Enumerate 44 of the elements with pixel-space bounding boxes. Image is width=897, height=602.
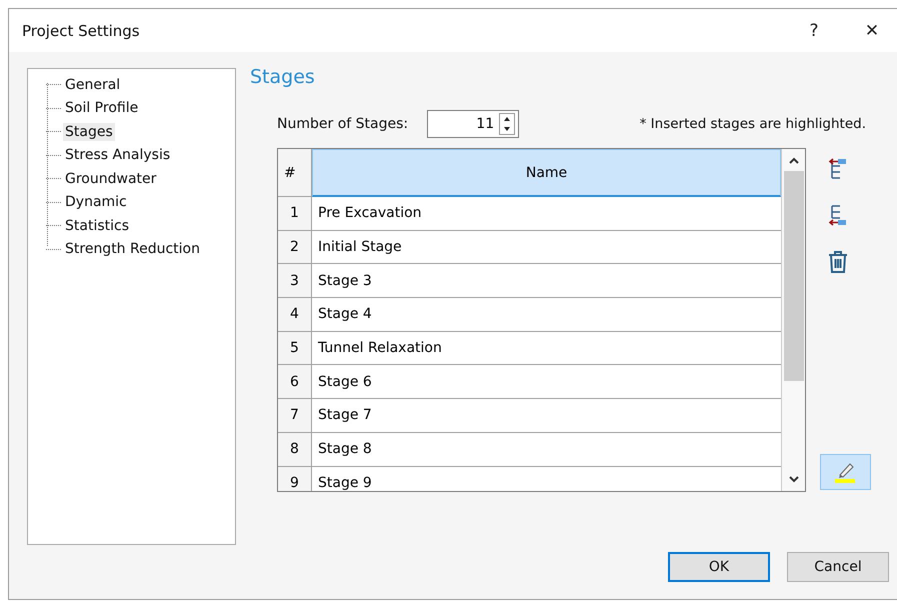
- table-cell[interactable]: Stage 8: [312, 432, 781, 466]
- row-number: 8: [278, 432, 312, 466]
- tree-item[interactable]: Groundwater: [63, 170, 158, 188]
- insert-row-icon: [828, 204, 848, 226]
- tree-item[interactable]: Dynamic: [63, 193, 129, 212]
- scroll-up-icon[interactable]: [788, 157, 800, 165]
- tree-item[interactable]: Stages: [63, 122, 115, 141]
- table-cell[interactable]: Stage 6: [312, 365, 781, 400]
- ok-button[interactable]: OK: [668, 552, 770, 582]
- row-number: 2: [278, 230, 312, 264]
- row-number: 3: [278, 264, 312, 298]
- table-cell[interactable]: Stage 7: [312, 399, 781, 433]
- row-number: 4: [278, 298, 312, 332]
- table-cell[interactable]: Initial Stage: [312, 230, 781, 264]
- tree-item[interactable]: Strength Reduction: [63, 240, 202, 258]
- column-header[interactable]: Name: [312, 149, 781, 197]
- table-cell[interactable]: Pre Excavation: [312, 197, 781, 231]
- row-number: 9: [278, 466, 312, 491]
- tree-item[interactable]: Stress Analysis: [63, 146, 172, 164]
- trash-icon: [827, 250, 849, 274]
- cancel-button[interactable]: Cancel: [787, 552, 889, 582]
- table-cell[interactable]: Stage 3: [312, 264, 781, 298]
- tree-item[interactable]: Statistics: [63, 216, 131, 235]
- stage-count-spinner[interactable]: 11: [427, 110, 520, 138]
- window-title: Project Settings: [22, 22, 141, 40]
- column-header: #: [278, 149, 312, 197]
- scroll-thumb[interactable]: [784, 171, 804, 381]
- help-button[interactable]: ?: [791, 12, 837, 48]
- row-number: 7: [278, 399, 312, 433]
- tree-item[interactable]: General: [63, 76, 122, 94]
- scrollbar[interactable]: [781, 149, 805, 491]
- row-number: 6: [278, 365, 312, 400]
- section-heading: Stages: [250, 66, 316, 88]
- table-cell[interactable]: Tunnel Relaxation: [312, 332, 781, 366]
- scroll-down-icon[interactable]: [788, 475, 800, 483]
- highlight-button[interactable]: [820, 454, 870, 490]
- table-cell[interactable]: Stage 4: [312, 298, 781, 332]
- field-label: Number of Stages:: [277, 116, 408, 132]
- row-number: 5: [278, 332, 312, 366]
- note-text: * Inserted stages are highlighted.: [640, 116, 866, 132]
- row-number: 1: [278, 197, 312, 231]
- close-button[interactable]: ✕: [849, 12, 895, 48]
- tree-item[interactable]: Soil Profile: [63, 99, 140, 118]
- insert-row-icon: [828, 158, 848, 180]
